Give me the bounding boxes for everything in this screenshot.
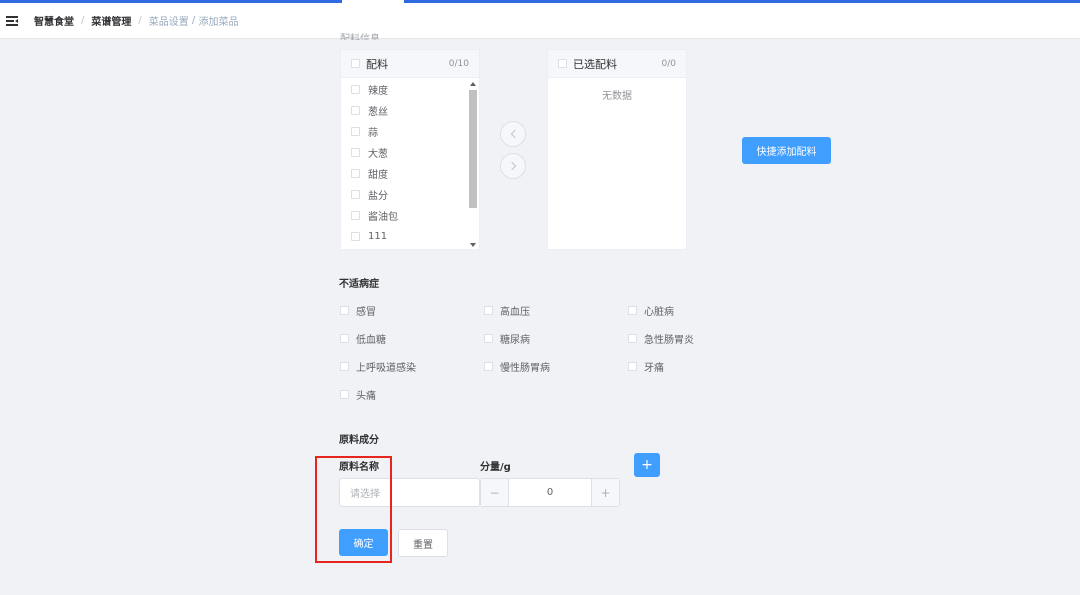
item-checkbox[interactable] bbox=[351, 232, 360, 241]
disease-checkbox[interactable]: 慢性肠胃病 bbox=[484, 359, 550, 374]
transfer-source-count: 0/10 bbox=[448, 58, 469, 69]
section-label-partial: 配料信息 bbox=[340, 34, 380, 40]
item-checkbox[interactable] bbox=[351, 106, 360, 115]
list-item[interactable]: 葱丝 bbox=[341, 100, 479, 121]
list-item[interactable]: 辣度 bbox=[341, 79, 479, 100]
quick-add-ingredient-button[interactable]: 快捷添加配料 bbox=[742, 137, 831, 164]
transfer-target-title: 已选配料 bbox=[573, 57, 617, 71]
item-checkbox[interactable] bbox=[351, 85, 360, 94]
checkbox-box[interactable] bbox=[340, 390, 349, 399]
decrease-button[interactable]: − bbox=[481, 479, 509, 506]
transfer-source-header: 配料 0/10 bbox=[341, 50, 479, 78]
checkbox-box[interactable] bbox=[628, 362, 637, 371]
list-item[interactable]: 甜度 bbox=[341, 163, 479, 184]
checkbox-box[interactable] bbox=[340, 306, 349, 315]
amount-stepper[interactable]: − 0 + bbox=[480, 478, 620, 507]
increase-button[interactable]: + bbox=[591, 479, 619, 506]
menu-toggle-icon[interactable] bbox=[6, 15, 18, 26]
disease-checkbox[interactable]: 心脏病 bbox=[628, 303, 674, 318]
disease-checkbox[interactable]: 头痛 bbox=[340, 387, 376, 402]
transfer-target-count: 0/0 bbox=[661, 58, 676, 69]
transfer-source-title: 配料 bbox=[366, 57, 388, 71]
breadcrumb-separator: / bbox=[188, 15, 199, 26]
transfer-target-panel: 已选配料 0/0 无数据 bbox=[547, 49, 687, 250]
item-checkbox[interactable] bbox=[351, 169, 360, 178]
item-checkbox[interactable] bbox=[351, 190, 360, 199]
select-all-checkbox[interactable] bbox=[558, 59, 567, 68]
list-scrollbar[interactable] bbox=[469, 82, 477, 247]
transfer-target-header: 已选配料 0/0 bbox=[548, 50, 686, 78]
list-item[interactable]: 111 bbox=[341, 226, 479, 247]
scroll-up-icon[interactable] bbox=[470, 82, 476, 86]
scroll-down-icon[interactable] bbox=[470, 243, 476, 247]
breadcrumb-item-dish-settings: 菜品设置 bbox=[148, 17, 189, 28]
list-item[interactable]: 大葱 bbox=[341, 142, 479, 163]
list-item[interactable]: 蒜 bbox=[341, 121, 479, 142]
checkbox-box[interactable] bbox=[484, 334, 493, 343]
breadcrumb-item-add-dish: 添加菜品 bbox=[198, 17, 239, 28]
disease-checkbox[interactable]: 上呼吸道感染 bbox=[340, 359, 416, 374]
chevron-right-icon bbox=[507, 161, 516, 171]
list-item[interactable]: 盐分 bbox=[341, 184, 479, 205]
item-checkbox[interactable] bbox=[351, 127, 360, 136]
breadcrumb-separator: / bbox=[138, 15, 142, 26]
disease-checkbox[interactable]: 急性肠胃炎 bbox=[628, 331, 694, 346]
disease-checkbox[interactable]: 糖尿病 bbox=[484, 331, 530, 346]
transfer-source-panel: 配料 0/10 辣度 葱丝 蒜 大葱 甜度 盐分 酱油包 111 bbox=[340, 49, 480, 250]
amount-label: 分量/g bbox=[480, 462, 511, 473]
empty-state-text: 无数据 bbox=[602, 91, 632, 102]
add-ingredient-row-button[interactable]: + bbox=[634, 453, 660, 477]
transfer-source-list: 辣度 葱丝 蒜 大葱 甜度 盐分 酱油包 111 bbox=[341, 79, 479, 249]
reset-button[interactable]: 重置 bbox=[398, 529, 448, 557]
item-checkbox[interactable] bbox=[351, 211, 360, 220]
checkbox-box[interactable] bbox=[340, 334, 349, 343]
disease-section-title: 不适病症 bbox=[339, 279, 379, 290]
list-item[interactable]: 酱油包 bbox=[341, 205, 479, 226]
transfer-to-right-button[interactable] bbox=[500, 153, 526, 179]
ingredients-section-title: 原料成分 bbox=[339, 435, 379, 446]
disease-checkbox[interactable]: 低血糖 bbox=[340, 331, 386, 346]
item-checkbox[interactable] bbox=[351, 148, 360, 157]
checkbox-box[interactable] bbox=[628, 334, 637, 343]
disease-checkbox[interactable]: 牙痛 bbox=[628, 359, 664, 374]
top-navbar: 智慧食堂 / 菜谱管理 / 菜品设置 / 添加菜品 bbox=[0, 3, 1080, 39]
scrollbar-thumb[interactable] bbox=[469, 90, 477, 208]
disease-checkbox[interactable]: 高血压 bbox=[484, 303, 530, 318]
transfer-target-list: 无数据 bbox=[548, 79, 686, 249]
breadcrumb: 智慧食堂 / 菜谱管理 / 菜品设置 / 添加菜品 bbox=[34, 13, 238, 28]
transfer-to-left-button[interactable] bbox=[500, 121, 526, 147]
select-all-checkbox[interactable] bbox=[351, 59, 360, 68]
highlight-annotation-box bbox=[315, 456, 392, 563]
checkbox-box[interactable] bbox=[628, 306, 637, 315]
breadcrumb-item-home[interactable]: 智慧食堂 bbox=[34, 13, 74, 28]
breadcrumb-separator: / bbox=[81, 15, 85, 26]
checkbox-box[interactable] bbox=[484, 306, 493, 315]
checkbox-box[interactable] bbox=[484, 362, 493, 371]
disease-checkbox[interactable]: 感冒 bbox=[340, 303, 376, 318]
chevron-left-icon bbox=[510, 129, 519, 139]
amount-input[interactable]: 0 bbox=[509, 479, 591, 506]
breadcrumb-item-menu[interactable]: 菜谱管理 bbox=[91, 13, 131, 28]
checkbox-box[interactable] bbox=[340, 362, 349, 371]
